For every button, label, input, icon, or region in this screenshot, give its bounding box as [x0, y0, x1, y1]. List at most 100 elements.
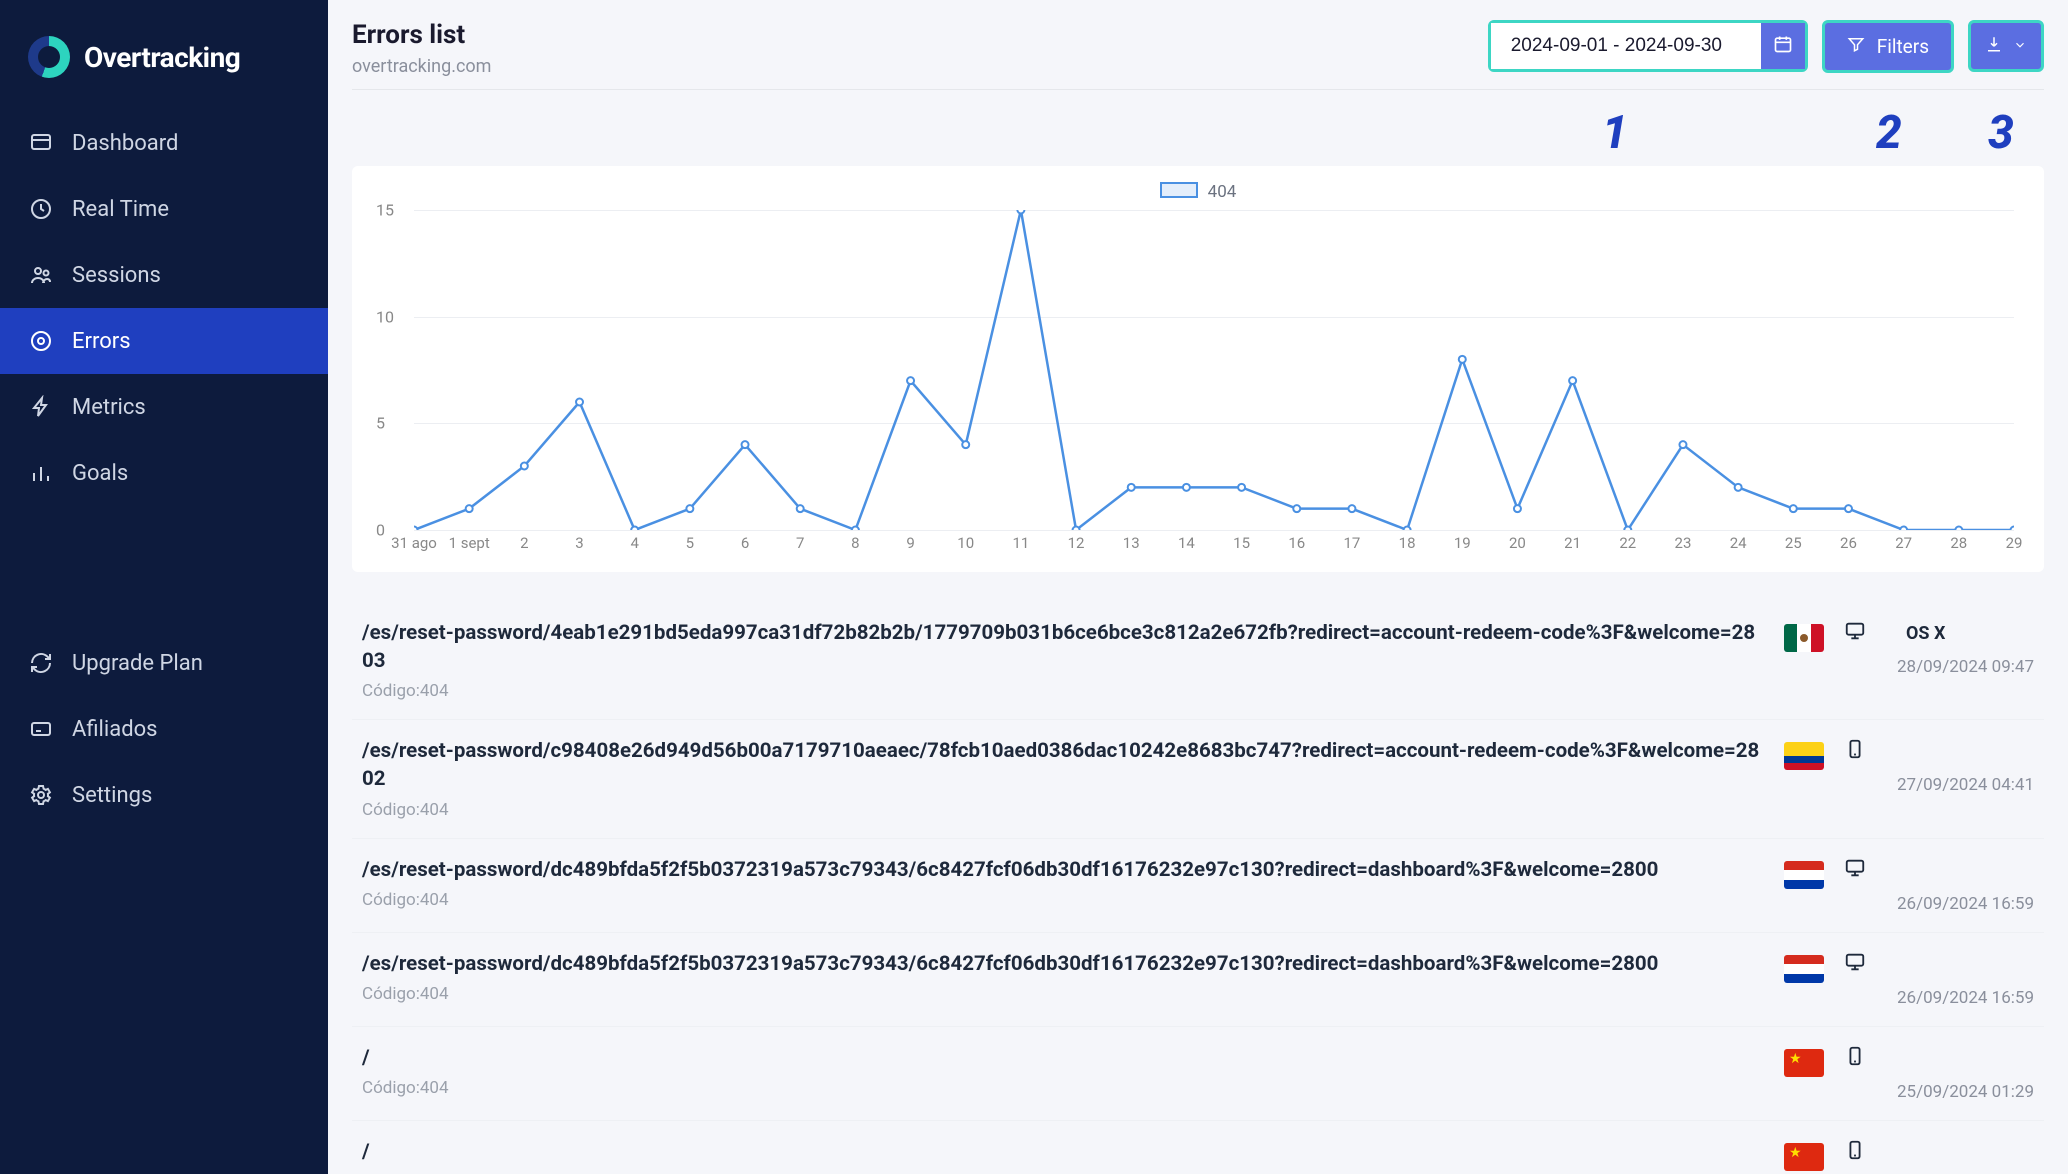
filters-label: Filters [1877, 35, 1929, 58]
chart-card: 404 051015 31 ago1 sept23456789101112131… [352, 166, 2044, 572]
legend-label: 404 [1208, 182, 1237, 202]
annotation-3: 3 [1988, 106, 2014, 160]
error-path: / [362, 1139, 1764, 1167]
page-header: Errors list overtracking.com Fil [352, 20, 2044, 90]
error-path: /es/reset-password/dc489bfda5f2f5b037231… [362, 951, 1764, 979]
card-icon [28, 716, 54, 742]
x-tick-label: 29 [2006, 534, 2023, 552]
mobile-icon [1844, 1045, 1866, 1072]
sidebar-item-dashboard[interactable]: Dashboard [0, 110, 328, 176]
users-icon [28, 262, 54, 288]
error-timestamp: 25/09/2024 01:29 [1844, 1082, 2034, 1102]
x-tick-label: 21 [1564, 534, 1581, 552]
x-tick-label: 26 [1840, 534, 1857, 552]
y-tick-label: 15 [376, 201, 394, 220]
sidebar-item-upgrade[interactable]: Upgrade Plan [0, 630, 328, 696]
sidebar-item-label: Sessions [72, 263, 161, 288]
x-tick-label: 31 ago [391, 534, 437, 552]
annotation-row: 1 2 3 [352, 106, 2044, 166]
logo[interactable]: Overtracking [0, 24, 328, 110]
sidebar-item-goals[interactable]: Goals [0, 440, 328, 506]
error-row[interactable]: /es/reset-password/dc489bfda5f2f5b037231… [352, 839, 2044, 933]
error-code: Código:404 [362, 1078, 1764, 1098]
download-icon [1985, 35, 2003, 57]
calendar-icon [1773, 34, 1793, 58]
country-flag-icon [1784, 742, 1824, 770]
x-tick-label: 28 [1950, 534, 1967, 552]
error-row[interactable]: / Código:404 25/09/2024 01:29 [352, 1027, 2044, 1121]
x-tick-label: 2 [520, 534, 528, 552]
y-tick-label: 5 [376, 414, 385, 433]
filters-button[interactable]: Filters [1822, 20, 1954, 73]
refresh-icon [28, 650, 54, 676]
x-tick-label: 11 [1012, 534, 1029, 552]
sidebar-item-label: Errors [72, 329, 131, 354]
error-path: /es/reset-password/dc489bfda5f2f5b037231… [362, 857, 1764, 885]
x-tick-label: 22 [1619, 534, 1636, 552]
x-tick-label: 27 [1895, 534, 1912, 552]
country-flag-icon [1784, 1049, 1824, 1077]
x-tick-label: 24 [1730, 534, 1747, 552]
chart-legend[interactable]: 404 [372, 182, 2024, 202]
x-tick-label: 25 [1785, 534, 1802, 552]
filter-icon [1847, 35, 1865, 58]
chevron-down-icon [2013, 37, 2027, 56]
main-content: Errors list overtracking.com Fil [328, 0, 2068, 1174]
sidebar-item-sessions[interactable]: Sessions [0, 242, 328, 308]
country-flag-icon [1784, 955, 1824, 983]
nav-main: Dashboard Real Time Sessions Errors Metrics G… [0, 110, 328, 630]
x-tick-label: 19 [1454, 534, 1471, 552]
x-tick-label: 18 [1399, 534, 1416, 552]
sidebar-item-label: Goals [72, 461, 128, 486]
error-timestamp: 26/09/2024 16:59 [1844, 894, 2034, 914]
clock-icon [28, 196, 54, 222]
error-row[interactable]: /es/reset-password/dc489bfda5f2f5b037231… [352, 933, 2044, 1027]
error-row[interactable]: /es/reset-password/c98408e26d949d56b00a7… [352, 720, 2044, 838]
sidebar-item-afiliados[interactable]: Afiliados [0, 696, 328, 762]
x-tick-label: 9 [906, 534, 914, 552]
sidebar-item-metrics[interactable]: Metrics [0, 374, 328, 440]
error-code: Código:404 [362, 890, 1764, 910]
logo-icon [28, 36, 70, 78]
calendar-button[interactable] [1761, 23, 1805, 69]
gear-icon [28, 782, 54, 808]
chart-x-axis: 31 ago1 sept2345678910111213141516171819… [414, 534, 2014, 562]
x-tick-label: 20 [1509, 534, 1526, 552]
sidebar-item-errors[interactable]: Errors [0, 308, 328, 374]
export-button[interactable] [1968, 20, 2044, 72]
sidebar-item-label: Metrics [72, 395, 146, 420]
error-row[interactable]: /Código:40425/09/2024 01:28 [352, 1121, 2044, 1174]
error-path: /es/reset-password/4eab1e291bd5eda997ca3… [362, 620, 1764, 675]
desktop-icon [1844, 951, 1866, 978]
y-tick-label: 10 [376, 307, 394, 326]
x-tick-label: 16 [1288, 534, 1305, 552]
x-tick-label: 7 [796, 534, 804, 552]
target-icon [28, 328, 54, 354]
sidebar-item-label: Dashboard [72, 131, 178, 156]
desktop-icon [1844, 620, 1866, 647]
mobile-icon [1844, 1139, 1866, 1166]
country-flag-icon [1784, 861, 1824, 889]
os-label: OS X [1906, 623, 1945, 644]
error-code: Código:404 [362, 800, 1764, 820]
annotation-2: 2 [1876, 106, 1902, 160]
errors-list: /es/reset-password/4eab1e291bd5eda997ca3… [352, 602, 2044, 1174]
nav-bottom: Upgrade PlanAfiliadosSettings [0, 630, 328, 1150]
bolt-icon [28, 394, 54, 420]
date-range-input[interactable] [1491, 23, 1761, 69]
page-subtitle: overtracking.com [352, 56, 491, 77]
annotation-1: 1 [1602, 106, 1628, 160]
x-tick-label: 15 [1233, 534, 1250, 552]
error-path: / [362, 1045, 1764, 1073]
sidebar-item-settings[interactable]: Settings [0, 762, 328, 828]
dashboard-icon [28, 130, 54, 156]
x-tick-label: 3 [575, 534, 583, 552]
y-tick-label: 0 [376, 521, 385, 540]
sidebar-item-realtime[interactable]: Real Time [0, 176, 328, 242]
error-row[interactable]: /es/reset-password/4eab1e291bd5eda997ca3… [352, 602, 2044, 720]
error-timestamp: 26/09/2024 16:59 [1844, 988, 2034, 1008]
x-tick-label: 14 [1178, 534, 1195, 552]
x-tick-label: 5 [686, 534, 694, 552]
date-range-picker[interactable] [1488, 20, 1808, 72]
x-tick-label: 4 [630, 534, 638, 552]
